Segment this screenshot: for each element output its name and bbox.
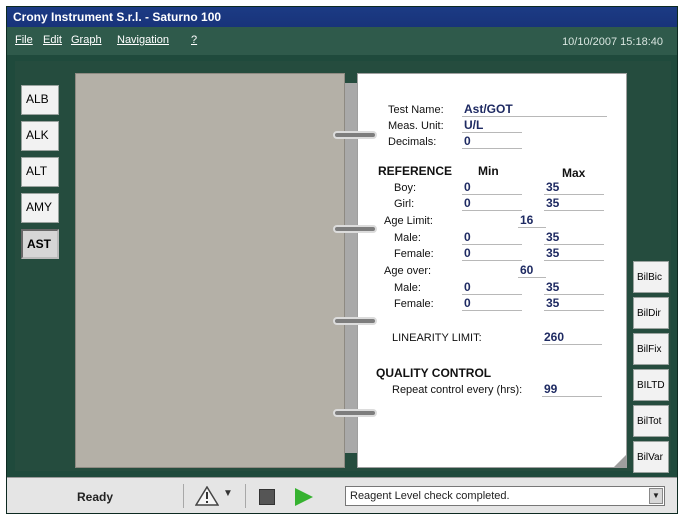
tab-alb[interactable]: ALB [21,85,59,115]
status-message-box[interactable]: Reagent Level check completed. ▼ [345,486,665,506]
tab-alk[interactable]: ALK [21,121,59,151]
girl-min-field[interactable]: 0 [462,196,522,211]
notebook-right-page: Test Name: Ast/GOT Meas. Unit: U/L Decim… [357,73,627,468]
male1-min-field[interactable]: 0 [462,230,522,245]
meas-unit-field[interactable]: U/L [462,118,522,133]
test-name-field[interactable]: Ast/GOT [462,102,607,117]
linearity-limit-label: LINEARITY LIMIT: [392,332,482,344]
message-dropdown-arrow-icon[interactable]: ▼ [649,488,663,504]
play-icon[interactable] [295,488,313,506]
min-heading: Min [478,164,499,178]
male2-min-field[interactable]: 0 [462,280,522,295]
title-bar: Crony Instrument S.r.l. - Saturno 100 [7,7,677,27]
male2-max-field[interactable]: 35 [544,280,604,295]
status-separator [183,484,184,508]
notebook-left-page [75,73,345,468]
test-name-label: Test Name: [388,104,444,116]
female2-min-field[interactable]: 0 [462,296,522,311]
age-limit-field[interactable]: 16 [518,213,546,228]
work-area: ALB ALK ALT AMY AST Test Name: Ast/GOT M… [15,61,671,473]
menu-help[interactable]: ? [191,34,197,46]
age-limit-label: Age Limit: [384,215,433,227]
age-over-label: Age over: [384,265,432,277]
male-label-1: Male: [394,232,421,244]
window-title: Crony Instrument S.r.l. - Saturno 100 [13,10,222,24]
app-window: Crony Instrument S.r.l. - Saturno 100 Fi… [6,6,678,514]
tab-bilfix[interactable]: BilFix [633,333,669,365]
warning-dropdown-arrow-icon[interactable]: ▼ [223,488,233,499]
binder-ring [333,225,377,233]
girl-max-field[interactable]: 35 [544,196,604,211]
quality-control-heading: QUALITY CONTROL [376,366,492,380]
status-ready-text: Ready [77,490,114,504]
binder-ring [333,131,377,139]
age-over-field[interactable]: 60 [518,263,546,278]
status-separator [245,484,246,508]
meas-unit-label: Meas. Unit: [388,120,444,132]
tab-ast[interactable]: AST [21,229,59,259]
girl-label: Girl: [394,198,415,210]
female-label-1: Female: [394,248,434,260]
boy-max-field[interactable]: 35 [544,180,604,195]
decimals-label: Decimals: [388,136,437,148]
repeat-control-label: Repeat control every (hrs): [392,384,523,396]
repeat-control-field[interactable]: 99 [542,382,602,397]
male1-max-field[interactable]: 35 [544,230,604,245]
tab-biltd[interactable]: BILTD [633,369,669,401]
menu-file[interactable]: File [15,34,33,46]
menu-graph[interactable]: Graph [71,34,102,46]
status-message-text: Reagent Level check completed. [350,490,510,502]
reference-heading: REFERENCE [378,164,453,178]
menu-bar: File Edit Graph Navigation ? 10/10/2007 … [7,27,677,55]
male-label-2: Male: [394,282,421,294]
menu-edit[interactable]: Edit [43,34,62,46]
boy-label: Boy: [394,182,417,194]
menu-navigation[interactable]: Navigation [117,34,169,46]
max-heading: Max [562,166,586,180]
female1-min-field[interactable]: 0 [462,246,522,261]
binder-ring [333,317,377,325]
linearity-limit-field[interactable]: 260 [542,330,602,345]
date-time: 10/10/2007 15:18:40 [562,36,663,48]
tab-alt[interactable]: ALT [21,157,59,187]
decimals-field[interactable]: 0 [462,134,522,149]
warning-triangle-icon[interactable] [195,486,219,506]
stop-icon[interactable] [259,489,275,505]
female1-max-field[interactable]: 35 [544,246,604,261]
boy-min-field[interactable]: 0 [462,180,522,195]
status-bar: Ready ▼ Reagent Level check completed. ▼ [7,477,677,513]
tab-bilbic[interactable]: BilBic [633,261,669,293]
page-corner-fold[interactable] [614,455,626,467]
tab-amy[interactable]: AMY [21,193,59,223]
tab-biltot[interactable]: BilTot [633,405,669,437]
tab-bilvar[interactable]: BilVar [633,441,669,473]
female-label-2: Female: [394,298,434,310]
female2-max-field[interactable]: 35 [544,296,604,311]
binder-ring [333,409,377,417]
tab-bildir[interactable]: BilDir [633,297,669,329]
